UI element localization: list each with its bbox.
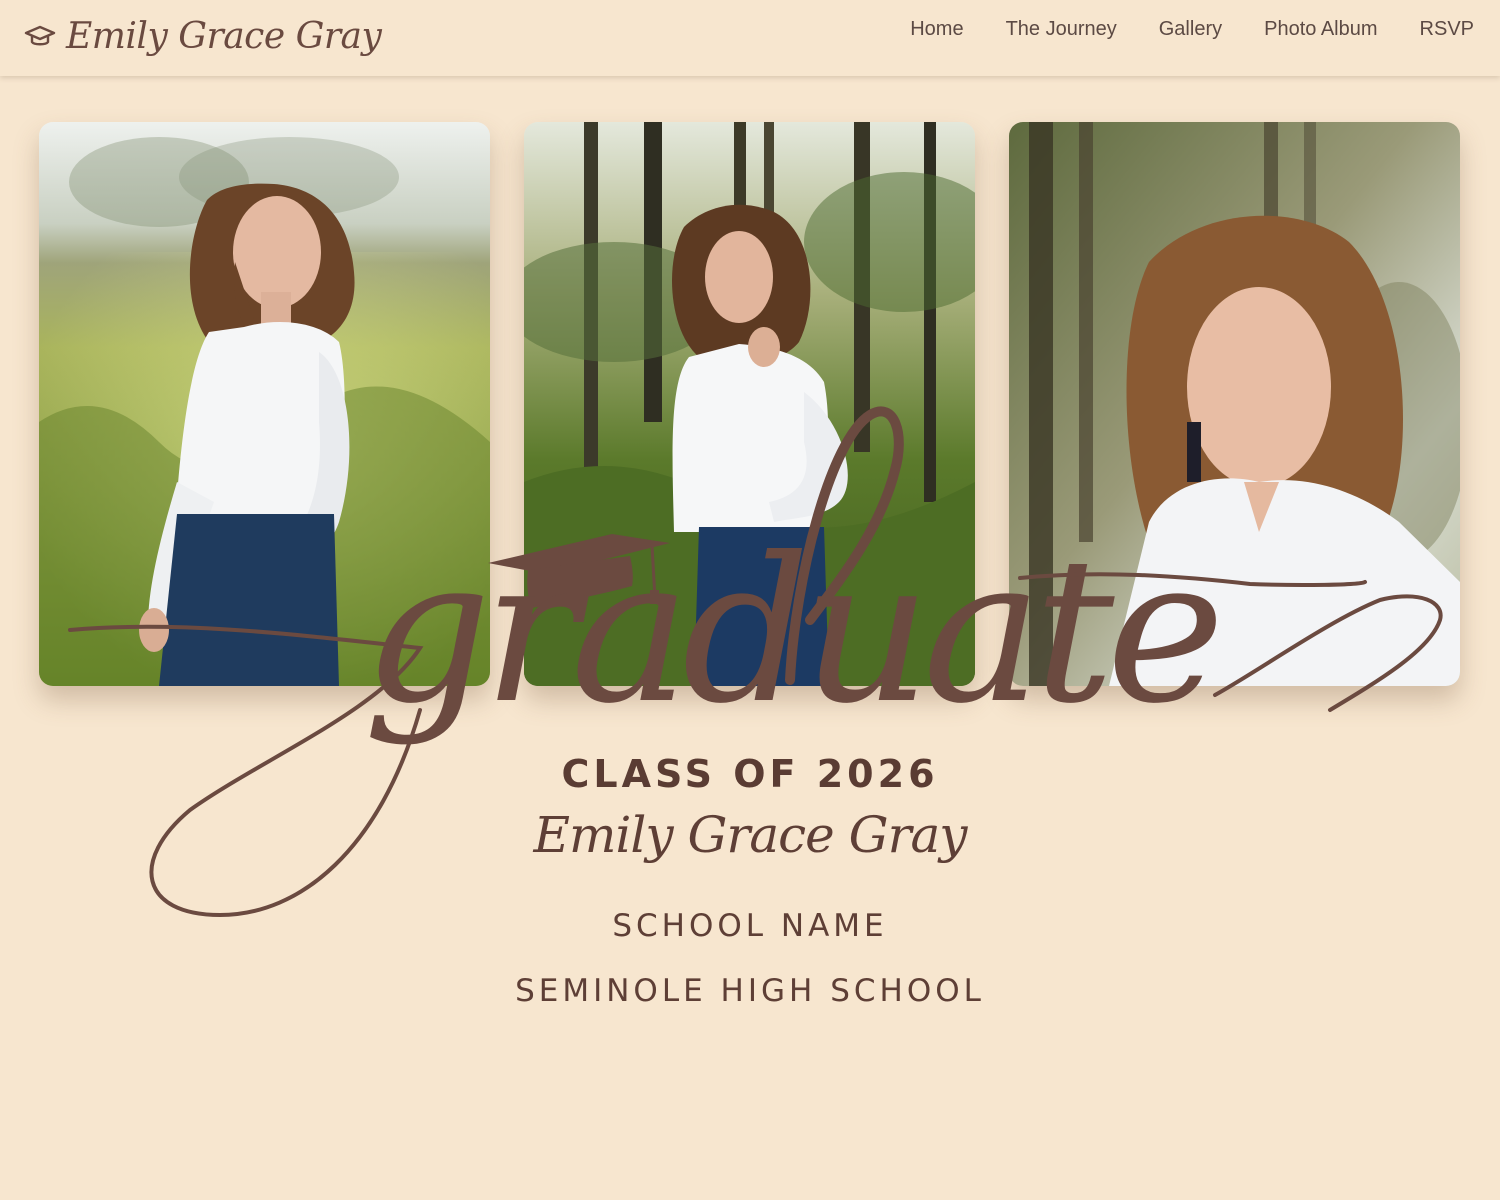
nav-item-rsvp[interactable]: RSVP: [1420, 18, 1474, 41]
graduate-photo-2[interactable]: [524, 122, 975, 686]
school-name-label: SCHOOL NAME: [612, 908, 888, 944]
photo-1-image: [39, 122, 490, 686]
main-nav: Home The Journey Gallery Photo Album RSV…: [910, 18, 1474, 41]
site-header: Emily Grace Gray Home The Journey Galler…: [0, 0, 1500, 76]
nav-item-the-journey[interactable]: The Journey: [1006, 18, 1117, 41]
nav-item-gallery[interactable]: Gallery: [1159, 18, 1222, 41]
class-of-heading: CLASS OF 2026: [561, 752, 939, 796]
graduate-name: Emily Grace Gray: [533, 806, 967, 864]
photo-3-image: [1009, 122, 1460, 686]
nav-item-home[interactable]: Home: [910, 18, 963, 41]
graduation-cap-icon: [24, 25, 56, 46]
brand-logo-link[interactable]: Emily Grace Gray: [24, 6, 382, 66]
photo-2-image: [524, 122, 975, 686]
brand-name: Emily Grace Gray: [66, 15, 382, 57]
graduate-photo-3[interactable]: [1009, 122, 1460, 686]
nav-item-photo-album[interactable]: Photo Album: [1264, 18, 1377, 41]
school-name-value: SEMINOLE HIGH SCHOOL: [515, 973, 985, 1009]
graduate-photo-1[interactable]: [39, 122, 490, 686]
